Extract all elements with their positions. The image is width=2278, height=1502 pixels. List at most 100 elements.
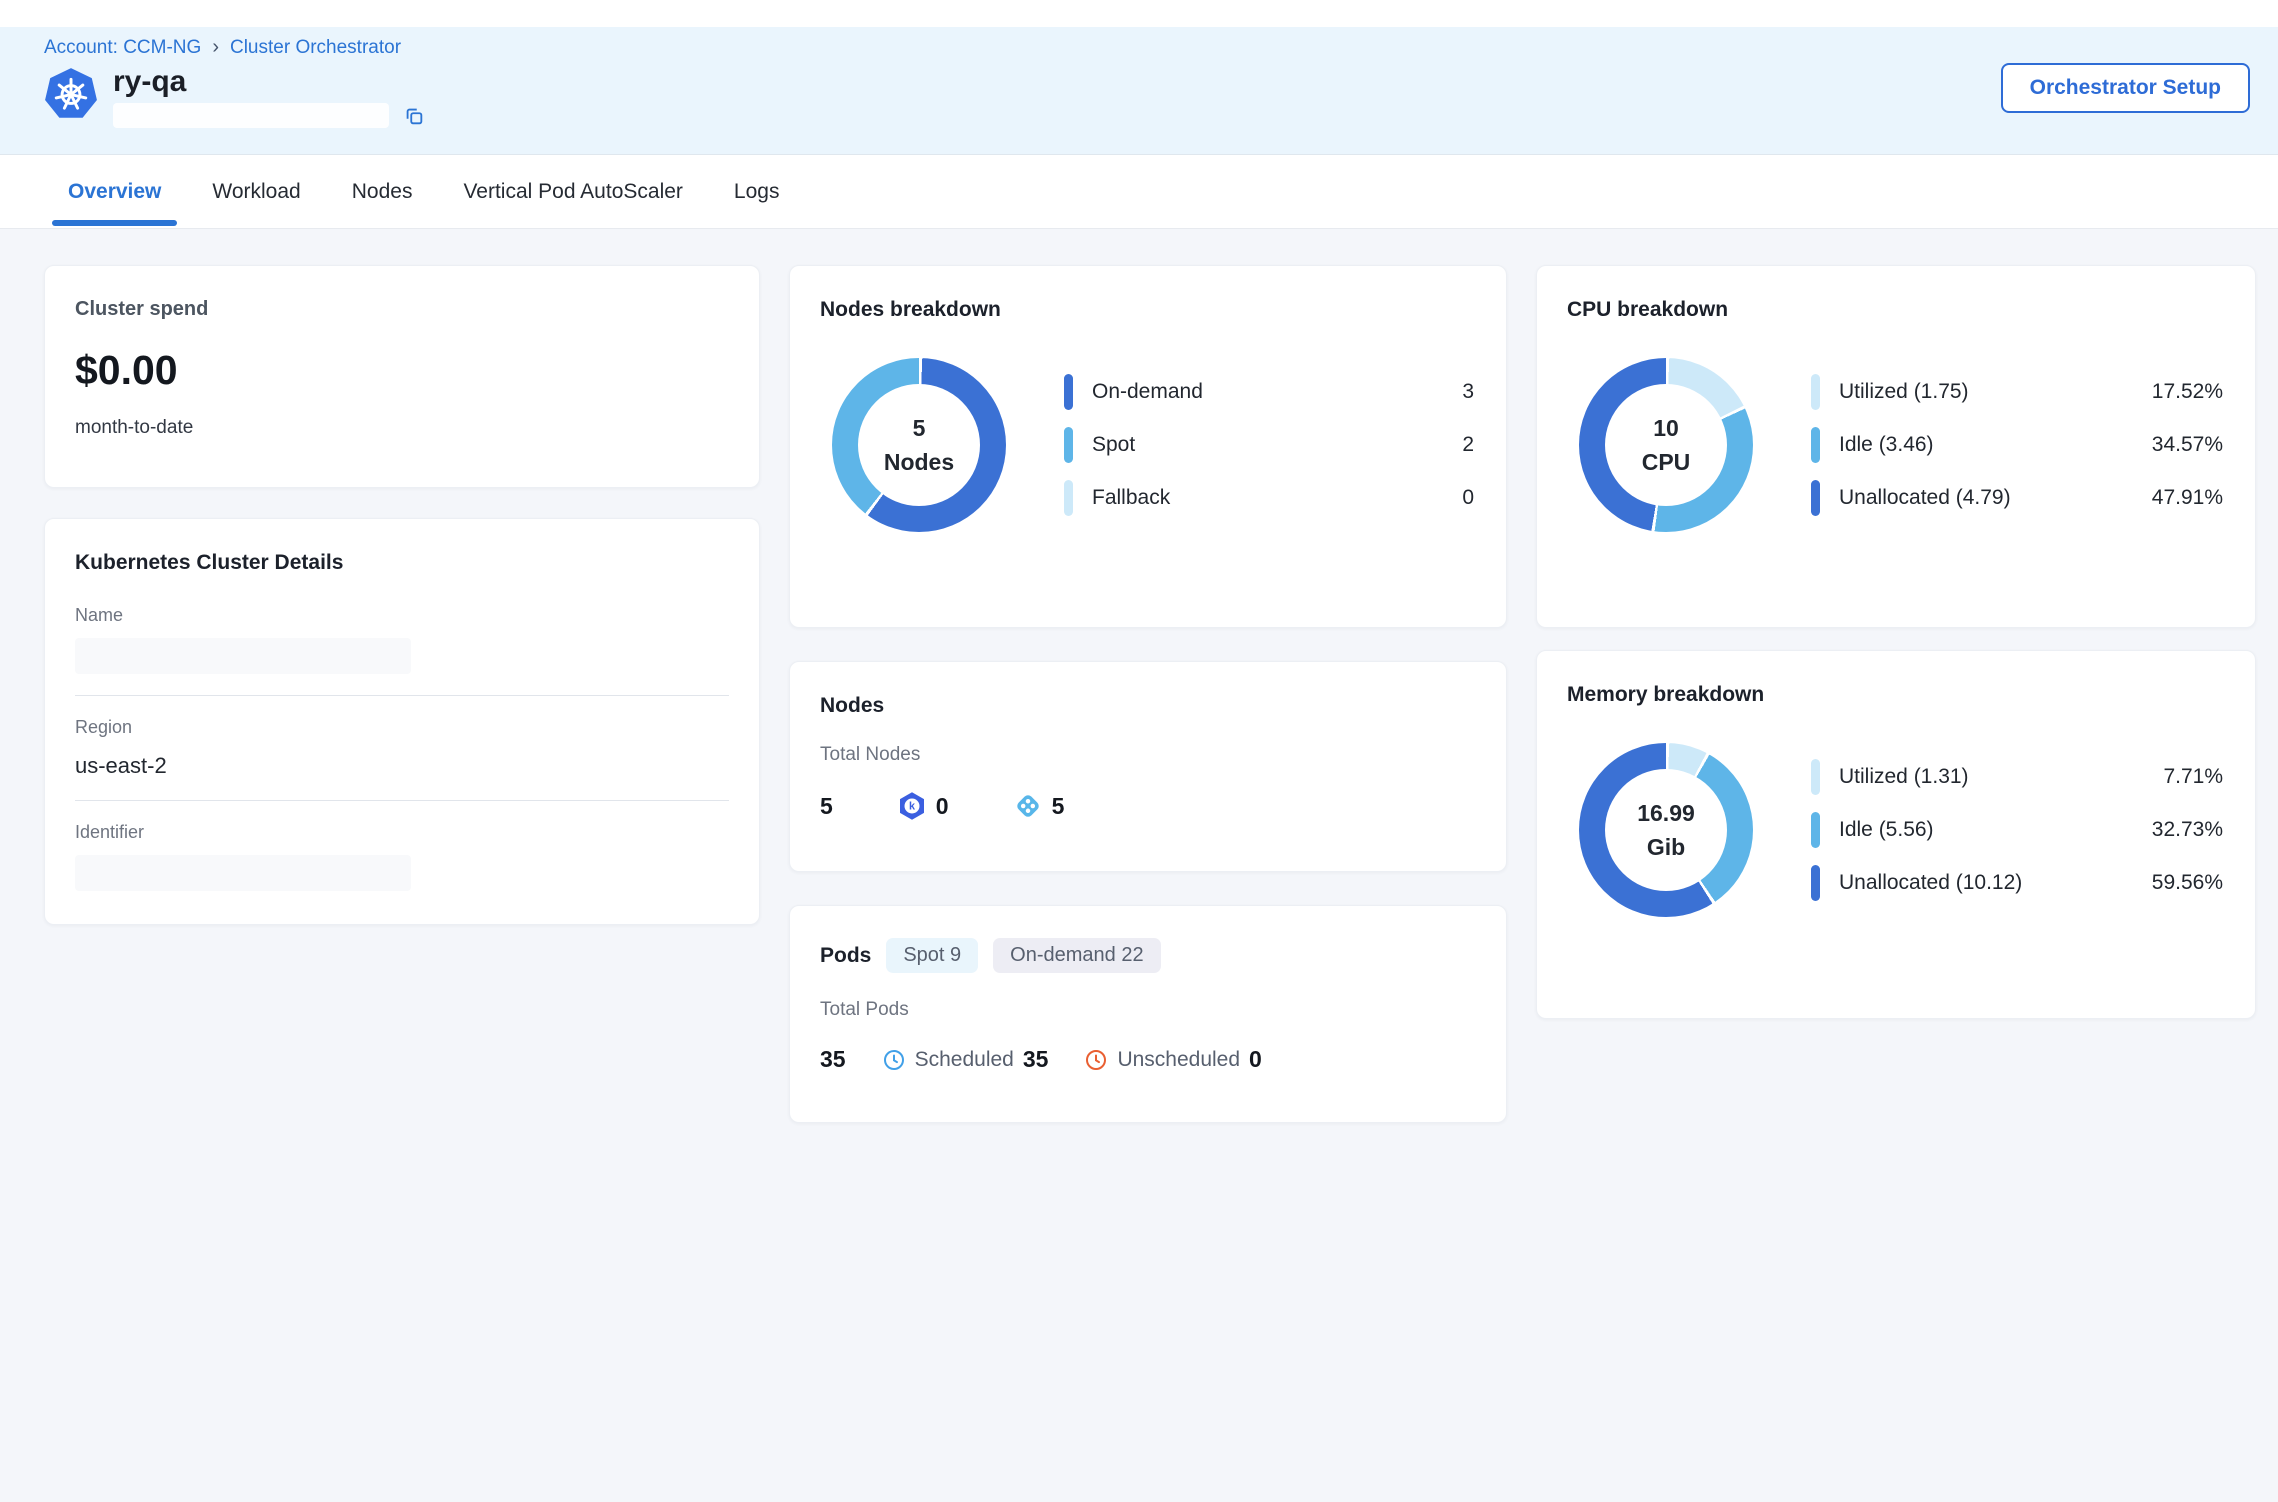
- tab-logs[interactable]: Logs: [732, 155, 782, 228]
- legend-row: Spot 2: [1064, 427, 1474, 463]
- spot-nodes-stat: 5: [1013, 791, 1065, 821]
- legend-color-chip: [1064, 427, 1073, 463]
- nodes-card: Nodes Total Nodes 5 k 0: [789, 661, 1507, 872]
- total-pods-count: 35: [820, 1046, 846, 1073]
- cluster-id-redacted-block: [113, 103, 389, 128]
- legend-color-chip: [1064, 374, 1073, 410]
- nodes-breakdown-donut-chart: 5 Nodes: [832, 358, 1006, 532]
- karpenter-nodes-stat: k 0: [897, 791, 949, 821]
- nodes-breakdown-legend: On-demand 3 Spot 2 Fallback 0: [1064, 374, 1474, 516]
- breadcrumb-separator-icon: ›: [212, 36, 219, 59]
- legend-value: 17.52%: [2152, 380, 2223, 404]
- tab-workload[interactable]: Workload: [210, 155, 302, 228]
- pods-card-title: Pods: [820, 944, 871, 968]
- tab-nodes[interactable]: Nodes: [350, 155, 415, 228]
- memory-breakdown-title: Memory breakdown: [1567, 683, 2225, 707]
- legend-row: Fallback 0: [1064, 480, 1474, 516]
- legend-row: Unallocated (4.79) 47.91%: [1811, 480, 2223, 516]
- total-pods-label: Total Pods: [820, 999, 1476, 1021]
- legend-label: On-demand: [1092, 380, 1203, 404]
- spot-diamond-icon: [1013, 791, 1043, 821]
- dashboard-grid: Cluster spend $0.00 month-to-date Kubern…: [0, 229, 2278, 1123]
- cpu-breakdown-donut-chart: 10 CPU: [1579, 358, 1753, 532]
- legend-row: On-demand 3: [1064, 374, 1474, 410]
- scheduled-clock-icon: [882, 1048, 906, 1072]
- copy-icon[interactable]: [403, 105, 425, 127]
- spot-pods-badge: Spot 9: [886, 938, 978, 973]
- legend-label: Spot: [1092, 433, 1135, 457]
- donut-center-value: 10: [1653, 415, 1679, 442]
- cluster-name-field: Name: [75, 605, 729, 674]
- ondemand-pods-badge: On-demand 22: [993, 938, 1160, 973]
- legend-label: Idle (3.46): [1839, 433, 1934, 457]
- cluster-identifier-redacted-block: [75, 855, 411, 891]
- page-title: ry-qa: [113, 66, 425, 98]
- cluster-identifier-field: Identifier: [75, 822, 729, 891]
- unscheduled-clock-icon: [1084, 1048, 1108, 1072]
- cluster-region-value: us-east-2: [75, 753, 729, 779]
- unscheduled-label: Unscheduled: [1117, 1048, 1240, 1072]
- cluster-spend-period: month-to-date: [75, 417, 729, 439]
- memory-breakdown-donut-chart: 16.99 Gib: [1579, 743, 1753, 917]
- legend-value: 47.91%: [2152, 486, 2223, 510]
- field-divider: [75, 800, 729, 801]
- donut-center-label: Gib: [1647, 834, 1685, 861]
- legend-label: Utilized (1.31): [1839, 765, 1969, 789]
- legend-label: Fallback: [1092, 486, 1170, 510]
- legend-color-chip: [1811, 865, 1820, 901]
- cluster-orchestrator-page: Account: CCM-NG › Cluster Orchestrator: [0, 0, 2278, 1123]
- nodes-breakdown-title: Nodes breakdown: [820, 298, 1476, 322]
- legend-row: Utilized (1.75) 17.52%: [1811, 374, 2223, 410]
- legend-label: Utilized (1.75): [1839, 380, 1969, 404]
- breadcrumb-current-link[interactable]: Cluster Orchestrator: [230, 37, 401, 59]
- page-header: Account: CCM-NG › Cluster Orchestrator: [0, 27, 2278, 155]
- donut-center-label: CPU: [1642, 449, 1691, 476]
- legend-label: Idle (5.56): [1839, 818, 1934, 842]
- donut-center-value: 5: [913, 415, 926, 442]
- scheduled-pods-stat: Scheduled 35: [882, 1046, 1049, 1073]
- title-row: ry-qa: [44, 66, 2250, 128]
- legend-color-chip: [1811, 759, 1820, 795]
- legend-color-chip: [1064, 480, 1073, 516]
- scheduled-pods-count: 35: [1023, 1046, 1049, 1073]
- scheduled-label: Scheduled: [915, 1048, 1014, 1072]
- tab-overview[interactable]: Overview: [66, 155, 163, 228]
- cluster-name-redacted-block: [75, 638, 411, 674]
- kubernetes-logo-icon: [44, 66, 98, 122]
- cpu-breakdown-title: CPU breakdown: [1567, 298, 2225, 322]
- cluster-region-label: Region: [75, 717, 729, 738]
- donut-center-value: 16.99: [1637, 800, 1695, 827]
- unscheduled-pods-stat: Unscheduled 0: [1084, 1046, 1261, 1073]
- legend-color-chip: [1811, 374, 1820, 410]
- donut-center-label: Nodes: [884, 449, 954, 476]
- tab-bar: Overview Workload Nodes Vertical Pod Aut…: [0, 155, 2278, 229]
- memory-breakdown-card: Memory breakdown 16.99 Gib Utilized (1.3…: [1536, 650, 2256, 1019]
- legend-row: Idle (3.46) 34.57%: [1811, 427, 2223, 463]
- legend-label: Unallocated (10.12): [1839, 871, 2022, 895]
- memory-breakdown-legend: Utilized (1.31) 7.71% Idle (5.56) 32.73%…: [1811, 759, 2223, 901]
- unscheduled-pods-count: 0: [1249, 1046, 1262, 1073]
- karpenter-nodes-count: 0: [936, 793, 949, 820]
- legend-color-chip: [1811, 812, 1820, 848]
- breadcrumb-account-link[interactable]: Account: CCM-NG: [44, 37, 201, 59]
- legend-color-chip: [1811, 427, 1820, 463]
- orchestrator-setup-button[interactable]: Orchestrator Setup: [2001, 63, 2250, 113]
- legend-color-chip: [1811, 480, 1820, 516]
- legend-row: Utilized (1.31) 7.71%: [1811, 759, 2223, 795]
- karpenter-icon: k: [897, 791, 927, 821]
- cpu-breakdown-legend: Utilized (1.75) 17.52% Idle (3.46) 34.57…: [1811, 374, 2223, 516]
- cluster-identifier-label: Identifier: [75, 822, 729, 843]
- nodes-card-title: Nodes: [820, 694, 1476, 718]
- cluster-details-title: Kubernetes Cluster Details: [75, 551, 729, 575]
- cluster-spend-title: Cluster spend: [75, 298, 729, 321]
- legend-row: Idle (5.56) 32.73%: [1811, 812, 2223, 848]
- breadcrumb: Account: CCM-NG › Cluster Orchestrator: [44, 36, 2250, 59]
- cpu-breakdown-card: CPU breakdown 10 CPU Utilized (1.75) 17.…: [1536, 265, 2256, 628]
- top-strip: [0, 0, 2278, 27]
- tab-vertical-pod-autoscaler[interactable]: Vertical Pod AutoScaler: [461, 155, 684, 228]
- legend-label: Unallocated (4.79): [1839, 486, 2011, 510]
- legend-value: 0: [1462, 486, 1474, 510]
- spot-nodes-count: 5: [1052, 793, 1065, 820]
- legend-value: 3: [1462, 380, 1474, 404]
- cluster-name-label: Name: [75, 605, 729, 626]
